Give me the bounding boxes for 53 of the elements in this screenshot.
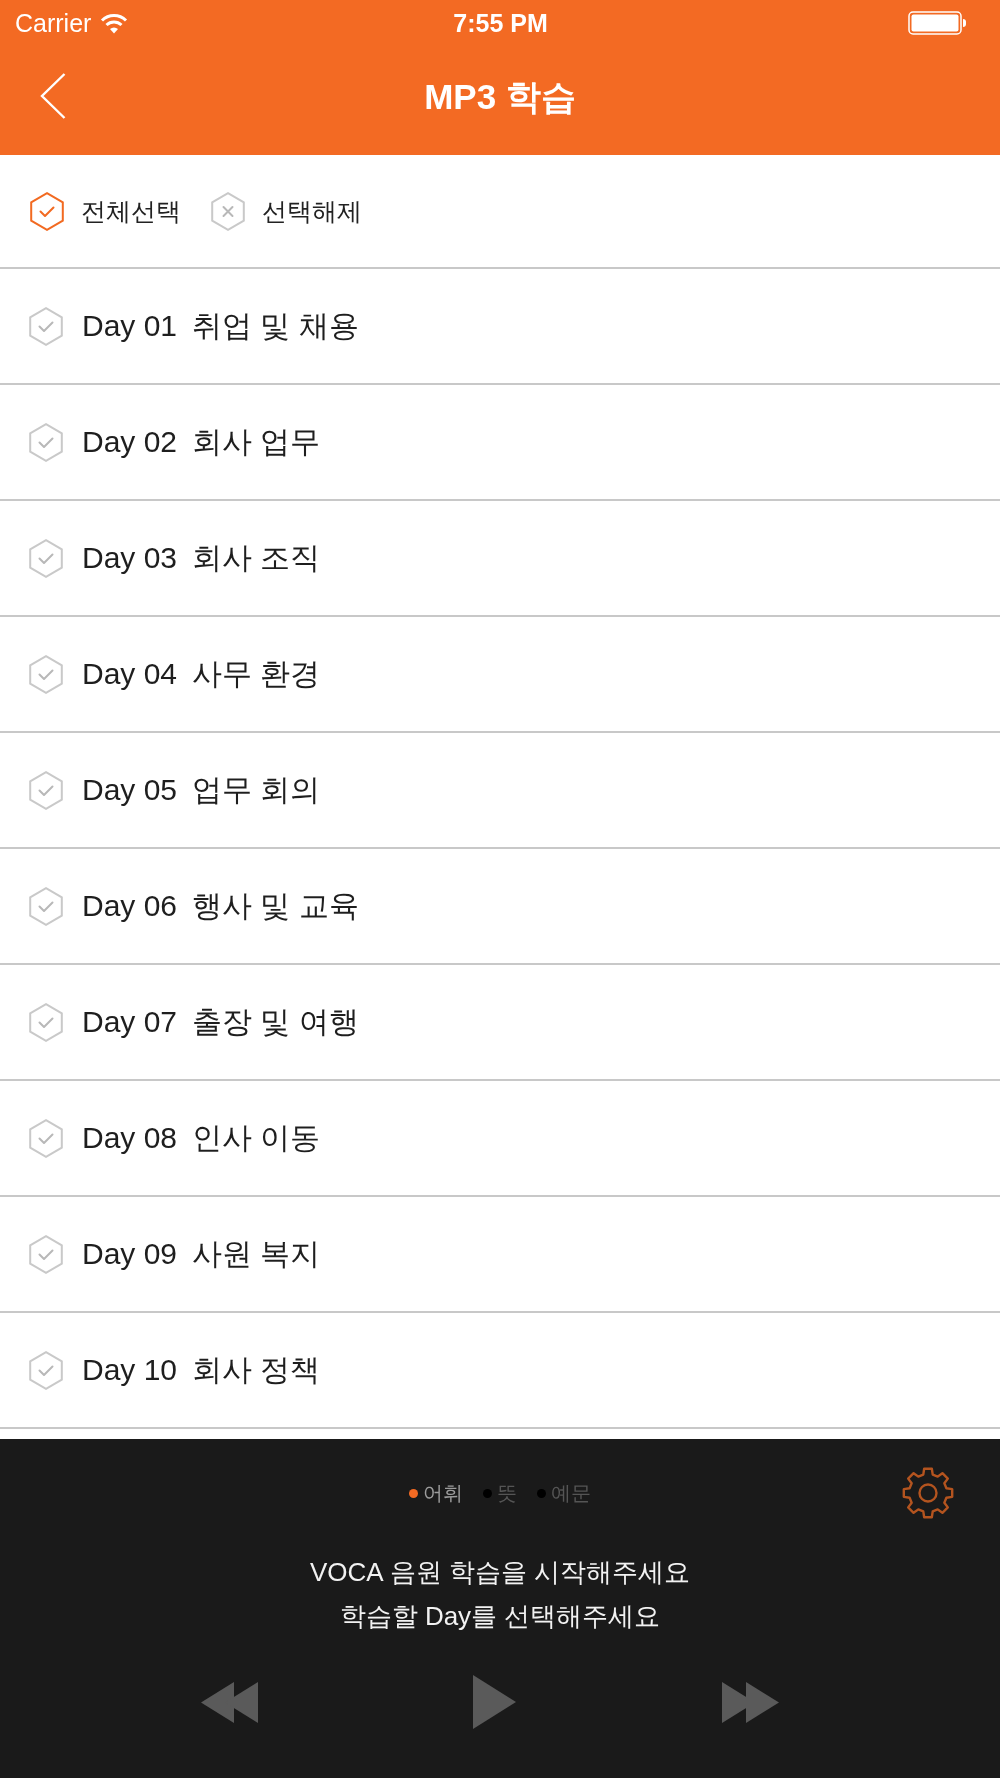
wifi-icon: [100, 11, 129, 34]
day-list-item[interactable]: Day 02 회사 업무: [0, 385, 1000, 501]
day-list-item[interactable]: Day 01 취업 및 채용: [0, 269, 1000, 385]
rewind-icon: [201, 1681, 258, 1723]
day-number: Day 06: [82, 888, 178, 924]
day-title: 취업 및 채용: [192, 308, 359, 344]
rewind-button[interactable]: [201, 1681, 258, 1723]
day-number: Day 08: [82, 1120, 178, 1156]
day-title: 회사 조직: [192, 540, 321, 576]
day-list-item[interactable]: Day 04 사무 환경: [0, 617, 1000, 733]
fast-forward-icon: [722, 1681, 779, 1723]
chevron-left-icon: [40, 73, 66, 119]
battery-icon: [908, 10, 966, 35]
play-button[interactable]: [473, 1675, 516, 1729]
day-list-item[interactable]: Day 07 출장 및 여행: [0, 965, 1000, 1081]
day-list-item[interactable]: Day 08 인사 이동: [0, 1081, 1000, 1197]
day-title: 회사 정책: [192, 1352, 321, 1388]
dot-icon: [409, 1488, 418, 1498]
day-title: 행사 및 교육: [192, 888, 359, 924]
day-number: Day 10: [82, 1352, 178, 1388]
day-list-item[interactable]: Day 03 회사 조직: [0, 501, 1000, 617]
status-time: 7:55 PM: [453, 7, 548, 38]
day-number: Day 07: [82, 1004, 178, 1040]
mode-tab[interactable]: 어휘: [409, 1479, 463, 1507]
day-title: 사무 환경: [192, 656, 321, 692]
day-title: 출장 및 여행: [192, 1004, 359, 1040]
day-list-item[interactable]: Day 09 사원 복지: [0, 1197, 1000, 1313]
day-list-item[interactable]: Day 10 회사 정책: [0, 1313, 1000, 1429]
settings-button[interactable]: [902, 1467, 954, 1519]
day-number: Day 01: [82, 308, 178, 344]
day-number: Day 03: [82, 540, 178, 576]
back-button[interactable]: [40, 72, 68, 120]
day-number: Day 04: [82, 656, 178, 692]
player-message: VOCA 음원 학습을 시작해주세요: [310, 1556, 690, 1589]
play-icon: [473, 1675, 516, 1729]
settings-icon: [902, 1467, 954, 1519]
day-number: Day 09: [82, 1236, 178, 1272]
day-number: Day 05: [82, 772, 178, 808]
player-message: 학습할 Day를 선택해주세요: [339, 1600, 661, 1633]
screen-title: MP3 학습: [424, 76, 576, 118]
day-title: 업무 회의: [192, 772, 321, 808]
select-all-button[interactable]: 전체선택: [30, 191, 181, 231]
deselect-all-button[interactable]: 선택해제: [211, 191, 362, 231]
day-title: 사원 복지: [192, 1236, 321, 1272]
day-number: Day 02: [82, 424, 178, 460]
day-title: 인사 이동: [192, 1120, 321, 1156]
dot-icon: [483, 1488, 492, 1498]
carrier-name: Carrier: [15, 7, 92, 38]
dot-icon: [537, 1488, 546, 1498]
day-list-item[interactable]: Day 06 행사 및 교육: [0, 849, 1000, 965]
fast-forward-button[interactable]: [722, 1681, 779, 1723]
day-list-item[interactable]: Day 05 업무 회의: [0, 733, 1000, 849]
day-title: 회사 업무: [192, 424, 321, 460]
